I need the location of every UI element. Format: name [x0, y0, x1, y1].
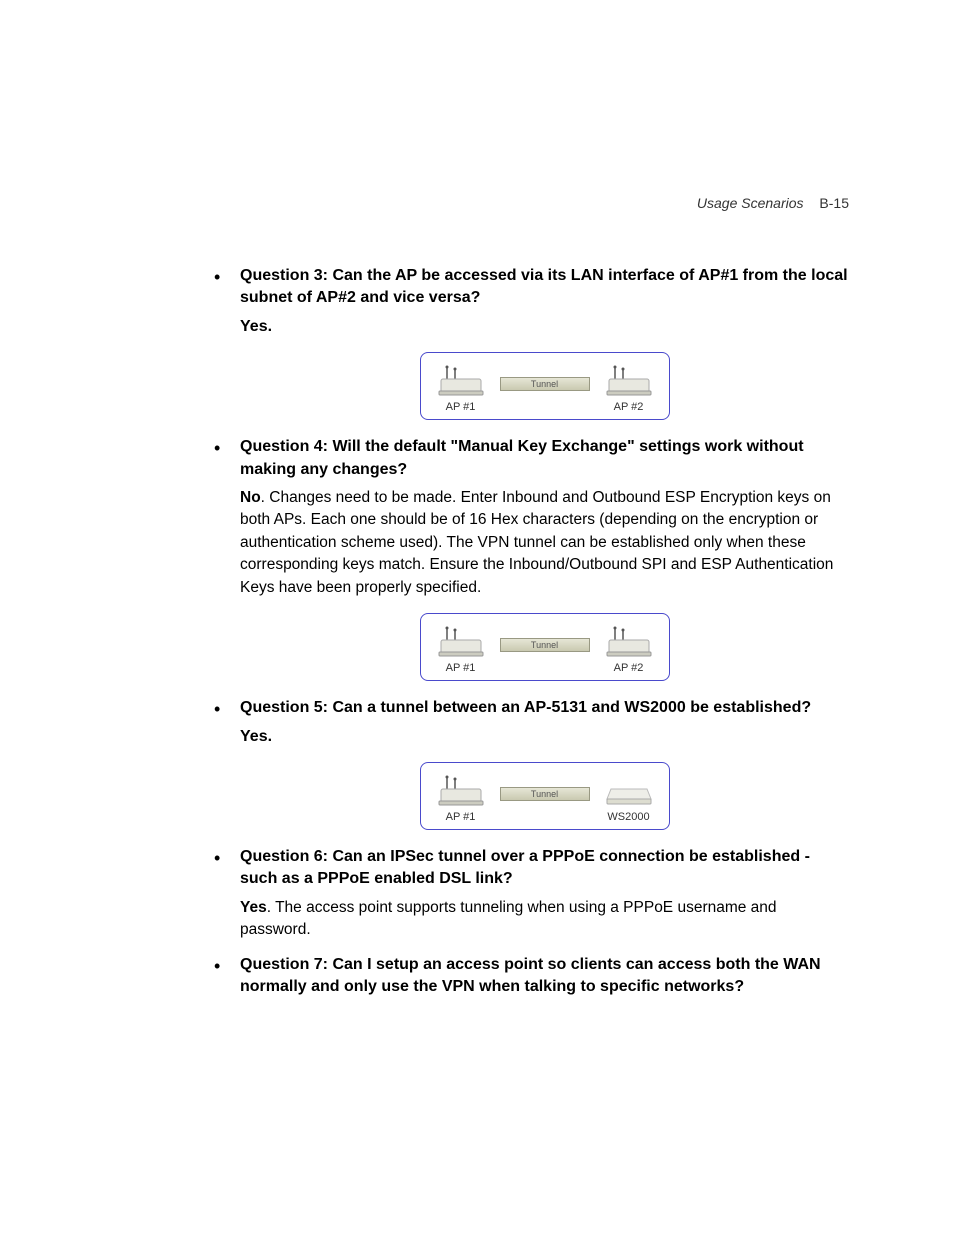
answer-short: Yes. — [240, 726, 849, 748]
answer-rest: . Changes need to be made. Enter Inbound… — [240, 489, 833, 596]
qa-item: Question 5: Can a tunnel between an AP-5… — [210, 697, 849, 830]
tunnel-connector: Tunnel — [493, 787, 597, 801]
access-point-icon — [605, 626, 653, 660]
device-label: AP #1 — [446, 662, 476, 674]
answer-lead: No — [240, 489, 261, 506]
tunnel-label: Tunnel — [500, 377, 590, 391]
page-header: Usage Scenarios B-15 — [697, 195, 849, 211]
device-right: WS2000 — [605, 775, 653, 823]
switch-device-icon — [605, 775, 653, 809]
device-left: AP #1 — [437, 365, 485, 413]
qa-item: Question 4: Will the default "Manual Key… — [210, 436, 849, 681]
tunnel-diagram: AP #1 Tunnel WS2000 — [420, 762, 670, 830]
access-point-icon — [437, 365, 485, 399]
device-label: WS2000 — [607, 811, 649, 823]
answer-short: Yes. — [240, 316, 849, 338]
answer-body: No. Changes need to be made. Enter Inbou… — [240, 487, 849, 599]
question-text: Question 4: Will the default "Manual Key… — [240, 436, 849, 481]
tunnel-label: Tunnel — [500, 638, 590, 652]
question-text: Question 7: Can I setup an access point … — [240, 954, 849, 999]
qa-item: Question 6: Can an IPSec tunnel over a P… — [210, 846, 849, 942]
device-left: AP #1 — [437, 626, 485, 674]
device-label: AP #2 — [614, 662, 644, 674]
question-text: Question 5: Can a tunnel between an AP-5… — [240, 697, 849, 719]
tunnel-label: Tunnel — [500, 787, 590, 801]
question-text: Question 3: Can the AP be accessed via i… — [240, 265, 849, 310]
qa-item: Question 7: Can I setup an access point … — [210, 954, 849, 999]
qa-list: Question 3: Can the AP be accessed via i… — [210, 265, 849, 999]
device-left: AP #1 — [437, 775, 485, 823]
device-right: AP #2 — [605, 626, 653, 674]
header-section-title: Usage Scenarios — [697, 195, 804, 211]
device-label: AP #1 — [446, 401, 476, 413]
device-label: AP #2 — [614, 401, 644, 413]
device-right: AP #2 — [605, 365, 653, 413]
tunnel-diagram: AP #1 Tunnel AP — [420, 352, 670, 420]
header-page-number: B-15 — [819, 195, 849, 211]
tunnel-diagram: AP #1 Tunnel AP — [420, 613, 670, 681]
answer-rest: . The access point supports tunneling wh… — [240, 899, 777, 938]
question-text: Question 6: Can an IPSec tunnel over a P… — [240, 846, 849, 891]
access-point-icon — [437, 626, 485, 660]
qa-item: Question 3: Can the AP be accessed via i… — [210, 265, 849, 420]
answer-body: Yes. The access point supports tunneling… — [240, 897, 849, 942]
device-label: AP #1 — [446, 811, 476, 823]
answer-lead: Yes — [240, 899, 267, 916]
access-point-icon — [437, 775, 485, 809]
tunnel-connector: Tunnel — [493, 638, 597, 652]
access-point-icon — [605, 365, 653, 399]
tunnel-connector: Tunnel — [493, 377, 597, 391]
